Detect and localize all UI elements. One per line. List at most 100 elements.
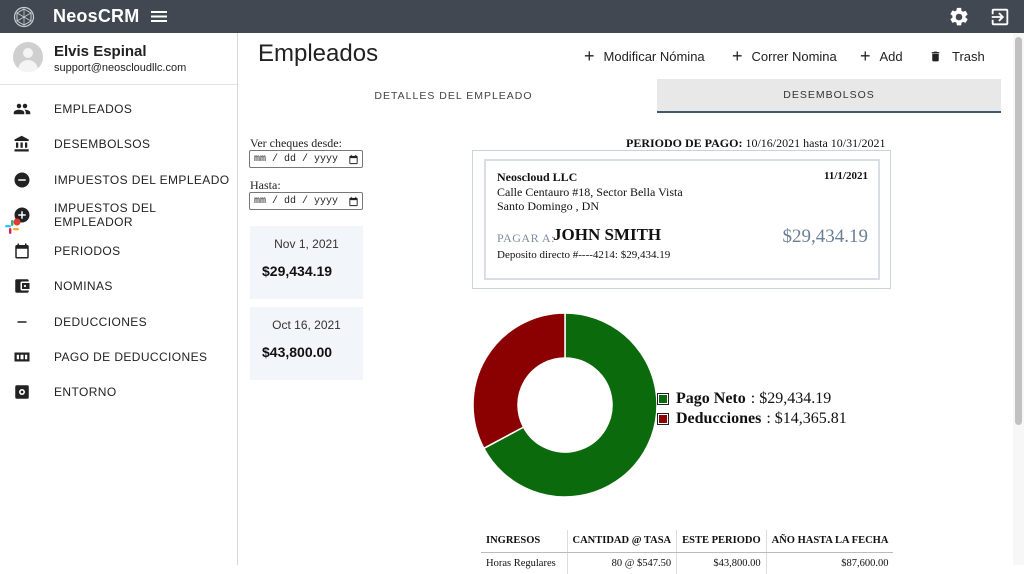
tab-label: DESEMBOLSOS [783, 89, 875, 101]
page-title: Empleados [258, 40, 379, 67]
add-button[interactable]: + Add [860, 46, 903, 66]
table-header-row: INGRESOS CANTIDAD @ TASA ESTE PERIODO AÑ… [481, 530, 894, 553]
sidebar-item-label: DESEMBOLSOS [54, 136, 151, 151]
from-date-input[interactable]: mm / dd / yyyy [249, 150, 363, 168]
plus-icon: + [860, 46, 871, 66]
from-date-placeholder: mm / dd / yyyy [254, 153, 339, 165]
check-date: 11/1/2021 [823, 170, 868, 182]
sidebar-item-entorno[interactable]: ENTORNO [0, 374, 237, 409]
run-payroll-label: Correr Nomina [751, 48, 837, 64]
sidebar-item-label: EMPLEADOS [54, 101, 133, 116]
calendar-icon [13, 242, 31, 260]
scrollbar-thumb[interactable] [1015, 37, 1022, 425]
sidebar-item-impuestos-empleador[interactable]: IMPUESTOS DEL EMPLEADOR [0, 197, 237, 232]
to-date-placeholder: mm / dd / yyyy [254, 195, 339, 207]
sidebar-item-label: ENTORNO [54, 384, 117, 399]
plus-icon: + [732, 46, 743, 66]
vertical-scrollbar[interactable] [1013, 33, 1024, 565]
run-payroll-button[interactable]: + Correr Nomina [732, 46, 837, 66]
modify-payroll-button[interactable]: + Modificar Nómina [584, 46, 705, 66]
people-icon [13, 100, 31, 118]
trash-label: Trash [952, 48, 985, 64]
column-header: ESTE PERIODO [676, 530, 767, 553]
calendar-icon[interactable] [348, 196, 359, 207]
pay-stub-card[interactable]: Oct 16, 2021 $43,800.00 [250, 307, 363, 380]
legend-item-deducciones: Deducciones: $14,365.81 [657, 410, 847, 428]
column-header: CANTIDAD @ TASA [567, 530, 678, 553]
settings-box-icon [13, 383, 31, 401]
check-address-line2: Santo Domingo , DN [497, 199, 599, 213]
sidebar-item-impuestos-empleado[interactable]: IMPUESTOS DEL EMPLEADO [0, 162, 237, 197]
legend-label: Pago Neto [676, 390, 746, 407]
check-company: Neoscloud LLC [497, 170, 578, 184]
check-pay-to-label: PAGAR A: [497, 231, 555, 245]
wallet-icon [13, 277, 31, 295]
tab-desembolsos[interactable]: DESEMBOLSOS [657, 79, 1001, 113]
avatar[interactable] [13, 42, 43, 72]
table-cell: 80 @ $547.50 [567, 552, 678, 574]
trash-icon [931, 51, 940, 61]
payment-donut-chart [472, 312, 658, 498]
check-payee: JOHN SMITH [553, 225, 662, 244]
menu-icon[interactable] [151, 10, 167, 23]
column-header: INGRESOS [481, 530, 568, 553]
user-name: Elvis Espinal [54, 43, 147, 60]
user-profile: Elvis Espinal support@neoscloudllc.com [0, 33, 237, 85]
brand-name: NeosCRM [53, 6, 140, 26]
sidebar-item-desembolsos[interactable]: DESEMBOLSOS [0, 126, 237, 161]
to-date-label: Hasta: [250, 178, 281, 192]
from-date-label: Ver cheques desde: [250, 136, 342, 150]
sidebar-item-deducciones[interactable]: DEDUCCIONES [0, 304, 237, 339]
counter-icon [13, 348, 31, 366]
sidebar-item-label: DEDUCCIONES [54, 314, 148, 329]
table-row: Horas Regulares 80 @ $547.50 $43,800.00 … [481, 552, 893, 574]
modify-payroll-label: Modificar Nómina [603, 48, 705, 64]
gear-icon[interactable] [948, 6, 970, 28]
column-header: AÑO HASTA LA FECHA [766, 530, 894, 553]
table-cell: $87,600.00 [841, 557, 889, 569]
pay-period-label: PERIODO DE PAGO: [626, 136, 743, 150]
pay-period: PERIODO DE PAGO: 10/16/2021 hasta 10/31/… [626, 136, 885, 151]
legend-swatch [657, 393, 669, 405]
plus-icon: + [584, 46, 595, 66]
sidebar-item-empleados[interactable]: EMPLEADOS [0, 91, 237, 126]
stub-amount: $43,800.00 [262, 344, 333, 360]
pay-period-value: 10/16/2021 hasta 10/31/2021 [745, 136, 886, 150]
sidebar: Elvis Espinal support@neoscloudllc.com E… [0, 33, 238, 565]
pay-stub-card[interactable]: Nov 1, 2021 $29,434.19 [250, 226, 363, 299]
user-email: support@neoscloudllc.com [54, 62, 187, 74]
sidebar-item-pago-deducciones[interactable]: PAGO DE DEDUCCIONES [0, 339, 237, 374]
logout-icon[interactable] [989, 6, 1011, 28]
sidebar-item-nominas[interactable]: NOMINAS [0, 268, 237, 303]
table-cell: Horas Regulares [481, 552, 568, 574]
sidebar-item-label: IMPUESTOS DEL EMPLEADO [54, 172, 230, 187]
sidebar-item-label: IMPUESTOS DEL EMPLEADOR [54, 200, 156, 229]
stub-date: Oct 16, 2021 [272, 318, 341, 332]
check-deposit-line: Deposito directo #----4214: $29,434.19 [497, 249, 671, 261]
earnings-table: INGRESOS CANTIDAD @ TASA ESTE PERIODO AÑ… [481, 530, 894, 574]
add-label: Add [879, 48, 903, 64]
calendar-icon[interactable] [348, 154, 359, 165]
paycheck: Neoscloud LLC Calle Centauro #18, Sector… [472, 150, 891, 289]
to-date-input[interactable]: mm / dd / yyyy [249, 192, 363, 210]
trash-button[interactable]: Trash [929, 46, 985, 66]
donut-slice-deducciones [472, 312, 566, 450]
legend-swatch [657, 413, 669, 425]
table-cell: $43,800.00 [676, 552, 767, 574]
logo-icon [13, 6, 35, 28]
tab-label: DETALLES DEL EMPLEADO [374, 90, 533, 102]
sidebar-item-periodos[interactable]: PERIODOS [0, 233, 237, 268]
legend-value: $14,365.81 [774, 410, 847, 427]
sidebar-item-label: PAGO DE DEDUCCIONES [54, 349, 208, 364]
slack-icon[interactable] [4, 218, 22, 236]
tab-detalles-empleado[interactable]: DETALLES DEL EMPLEADO [300, 79, 607, 113]
check-amount: $29,434.19 [782, 226, 869, 247]
legend-label: Deducciones [676, 410, 762, 427]
check-address-line1: Calle Centauro #18, Sector Bella Vista [497, 185, 683, 199]
app-bar: NeosCRM [0, 0, 1024, 33]
legend-item-pago-neto: Pago Neto: $29,434.19 [657, 390, 831, 408]
stub-date: Nov 1, 2021 [274, 237, 339, 251]
stub-amount: $29,434.19 [262, 263, 333, 279]
sidebar-item-label: NOMINAS [54, 278, 113, 293]
bank-icon [13, 135, 31, 153]
